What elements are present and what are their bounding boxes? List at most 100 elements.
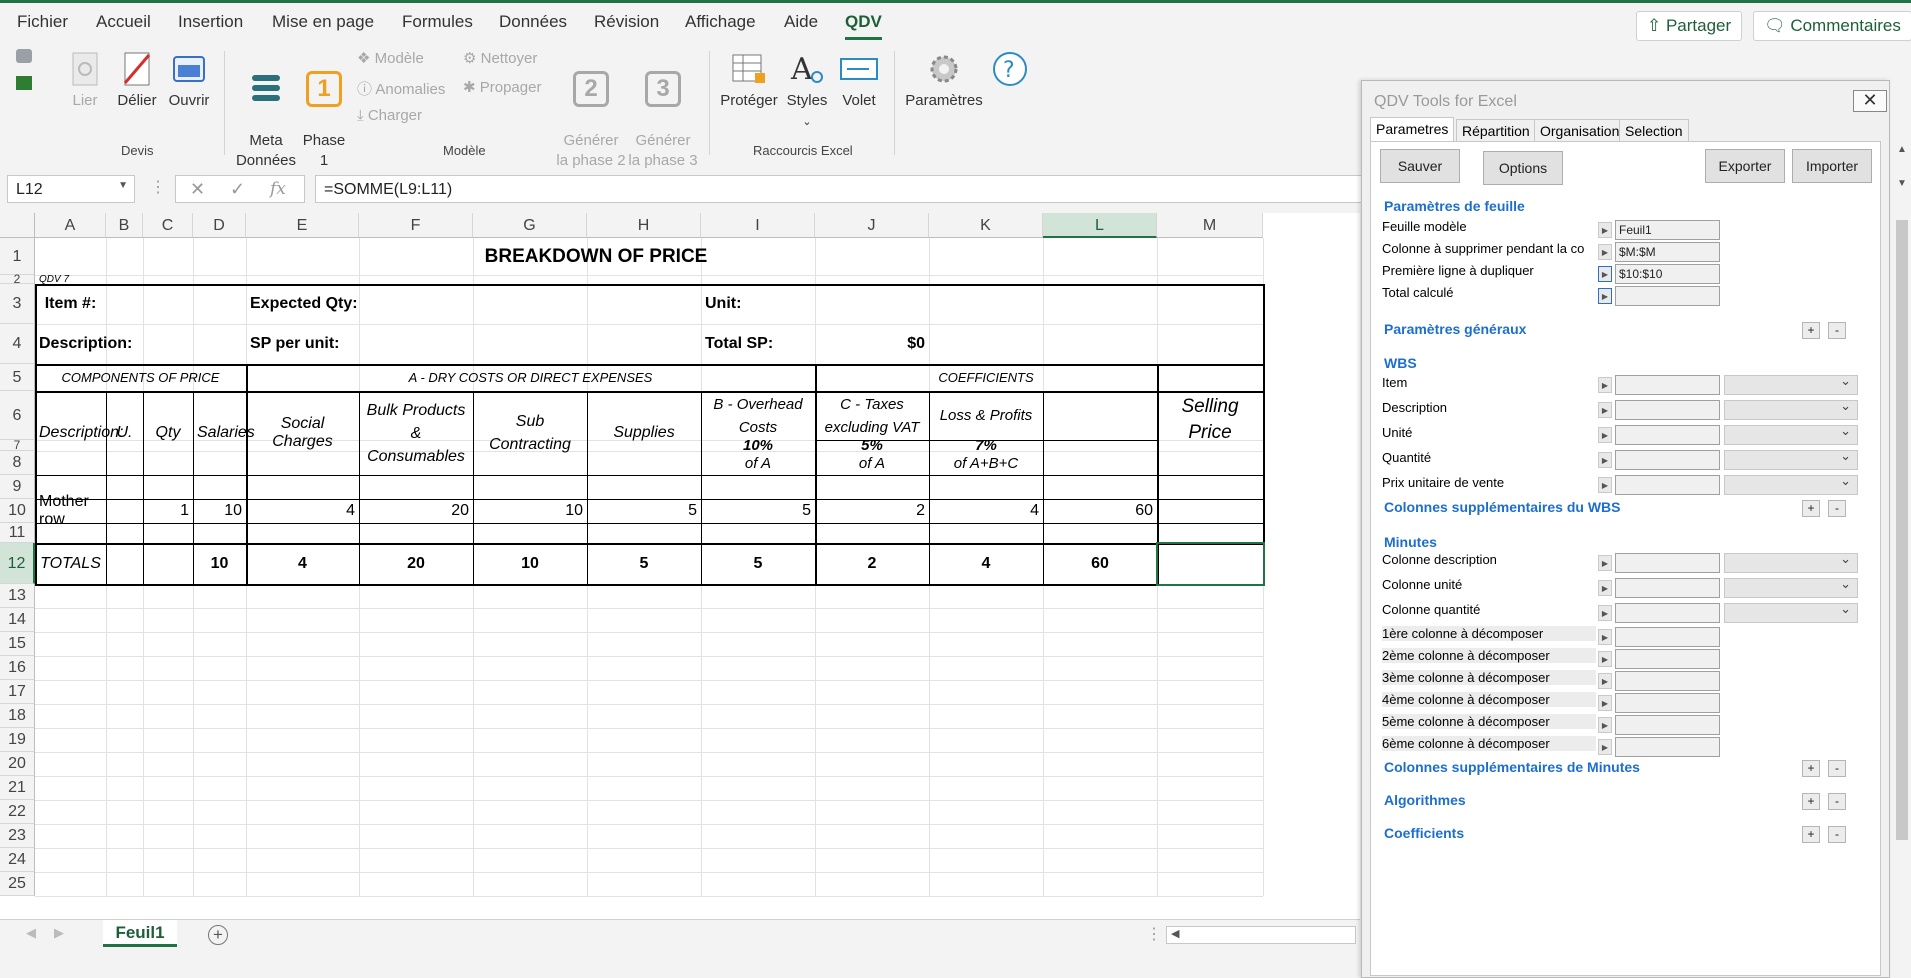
wbs-quantite-dropdown[interactable]	[1724, 448, 1858, 470]
colonne-supprimer-input[interactable]: $M:$M	[1615, 242, 1720, 262]
row-header-21[interactable]: 21	[0, 776, 35, 800]
row-header-10[interactable]: 10	[0, 499, 35, 523]
tab-mise-en-page[interactable]: Mise en page	[272, 12, 374, 32]
arrow-right-icon[interactable]: ▶	[1598, 580, 1612, 596]
arrow-right-icon[interactable]: ▶	[1598, 629, 1612, 645]
arrow-right-icon[interactable]: ▶	[1598, 266, 1612, 282]
column-header-j[interactable]: J	[815, 213, 929, 238]
panel-tab-selection[interactable]: Selection	[1619, 119, 1689, 141]
generer-phase3-button[interactable]: 3 Générer la phase 3	[626, 51, 700, 171]
arrow-right-icon[interactable]: ▶	[1598, 695, 1612, 711]
tab-qdv[interactable]: QDV	[845, 12, 882, 40]
tab-revision[interactable]: Révision	[594, 12, 659, 32]
tab-accueil[interactable]: Accueil	[96, 12, 151, 32]
scroll-left-icon[interactable]: ◀	[1171, 927, 1179, 940]
column-header-m[interactable]: M	[1157, 213, 1263, 238]
arrow-right-icon[interactable]: ▶	[1598, 452, 1612, 468]
row-header-13[interactable]: 13	[0, 584, 35, 608]
share-button[interactable]: ⇧ Partager	[1636, 11, 1743, 41]
arrow-right-icon[interactable]: ▶	[1598, 222, 1612, 238]
min-unite-input[interactable]	[1615, 578, 1720, 598]
collapse-button[interactable]: -	[1828, 793, 1846, 810]
arrow-right-icon[interactable]: ▶	[1598, 288, 1612, 304]
cube-icon[interactable]	[16, 49, 32, 63]
row-header-18[interactable]: 18	[0, 704, 35, 728]
active-cell-l12[interactable]	[1156, 542, 1265, 586]
section-minutes[interactable]: Minutes	[1384, 534, 1437, 550]
arrow-right-icon[interactable]: ▶	[1598, 555, 1612, 571]
row-header-1[interactable]: 1	[0, 238, 35, 275]
confirm-icon[interactable]: ✓	[230, 179, 245, 200]
row-header-8[interactable]: 8	[0, 451, 35, 475]
wbs-description-dropdown[interactable]	[1724, 398, 1858, 420]
parametres-button[interactable]: Paramètres	[904, 51, 984, 111]
row-header-2[interactable]: 2	[0, 273, 35, 285]
wbs-quantite-input[interactable]	[1615, 450, 1720, 470]
anomalies-button[interactable]: ⓘ Anomalies	[357, 78, 445, 99]
row-header-23[interactable]: 23	[0, 824, 35, 848]
name-box[interactable]: L12 ▼	[7, 175, 135, 203]
section-algorithmes[interactable]: Algorithmes	[1384, 792, 1466, 808]
section-colonnes-minutes[interactable]: Colonnes supplémentaires de Minutes	[1384, 759, 1640, 775]
panel-tab-parametres[interactable]: Parametres	[1370, 117, 1455, 141]
total-calcule-input[interactable]	[1615, 286, 1720, 306]
row-header-12[interactable]: 12	[0, 543, 35, 584]
collapse-button[interactable]: -	[1828, 826, 1846, 843]
premiere-ligne-input[interactable]: $10:$10	[1615, 264, 1720, 284]
row-header-15[interactable]: 15	[0, 632, 35, 656]
tab-aide[interactable]: Aide	[784, 12, 818, 32]
column-header-b[interactable]: B	[106, 213, 143, 238]
scrollbar-thumb[interactable]	[1896, 220, 1908, 840]
min-quantite-input[interactable]	[1615, 603, 1720, 623]
arrow-right-icon[interactable]: ▶	[1598, 651, 1612, 667]
expand-button[interactable]: +	[1802, 793, 1820, 810]
collapse-button[interactable]: -	[1828, 500, 1846, 517]
sauver-button[interactable]: Sauver	[1380, 149, 1460, 183]
row-header-24[interactable]: 24	[0, 848, 35, 872]
wbs-description-input[interactable]	[1615, 400, 1720, 420]
nettoyer-button[interactable]: ⚙ Nettoyer	[463, 49, 537, 67]
section-wbs[interactable]: WBS	[1384, 355, 1417, 371]
arrow-right-icon[interactable]: ▶	[1598, 717, 1612, 733]
arrow-right-icon[interactable]: ▶	[1598, 427, 1612, 443]
decompose-2-input[interactable]	[1615, 649, 1720, 669]
options-button[interactable]: Options	[1483, 151, 1563, 185]
add-sheet-icon[interactable]: +	[208, 925, 228, 945]
arrow-right-icon[interactable]: ▶	[1598, 402, 1612, 418]
expand-button[interactable]: +	[1802, 500, 1820, 517]
comments-button[interactable]: 🗨 Commentaires	[1753, 11, 1911, 41]
expand-button[interactable]: +	[1802, 760, 1820, 777]
min-unite-dropdown[interactable]	[1724, 576, 1858, 598]
cancel-icon[interactable]: ✕	[190, 179, 205, 200]
meta-donnees-button[interactable]: Meta Données	[234, 51, 298, 171]
arrow-right-icon[interactable]: ▶	[1598, 244, 1612, 260]
collapse-button[interactable]: -	[1828, 322, 1846, 339]
lier-button[interactable]: Lier	[64, 51, 106, 111]
column-header-k[interactable]: K	[929, 213, 1043, 238]
row-header-4[interactable]: 4	[0, 324, 35, 364]
generer-phase2-button[interactable]: 2 Générer la phase 2	[554, 51, 628, 171]
section-parametres-generaux[interactable]: Paramètres généraux	[1384, 321, 1526, 337]
scroll-right-icon[interactable]: ▶	[54, 925, 64, 941]
row-header-14[interactable]: 14	[0, 608, 35, 632]
row-header-22[interactable]: 22	[0, 800, 35, 824]
decompose-3-input[interactable]	[1615, 671, 1720, 691]
delier-button[interactable]: Délier	[114, 51, 160, 111]
phase1-button[interactable]: 1 Phase 1	[302, 51, 346, 171]
section-colonnes-wbs[interactable]: Colonnes supplémentaires du WBS	[1384, 499, 1620, 515]
decompose-4-input[interactable]	[1615, 693, 1720, 713]
row-header-7[interactable]: 7	[0, 439, 35, 451]
arrow-right-icon[interactable]: ▶	[1598, 605, 1612, 621]
arrow-right-icon[interactable]: ▶	[1598, 739, 1612, 755]
column-header-e[interactable]: E	[246, 213, 359, 238]
row-header-19[interactable]: 19	[0, 728, 35, 752]
row-header-20[interactable]: 20	[0, 752, 35, 776]
row-header-11[interactable]: 11	[0, 523, 35, 543]
propager-button[interactable]: ✱ Propager	[463, 78, 541, 96]
column-header-f[interactable]: F	[359, 213, 473, 238]
expand-button[interactable]: +	[1802, 826, 1820, 843]
wbs-unite-dropdown[interactable]	[1724, 423, 1858, 445]
styles-button[interactable]: A Styles ⌄	[784, 51, 830, 132]
wbs-unite-input[interactable]	[1615, 425, 1720, 445]
function-icon[interactable]: fx	[270, 179, 286, 199]
